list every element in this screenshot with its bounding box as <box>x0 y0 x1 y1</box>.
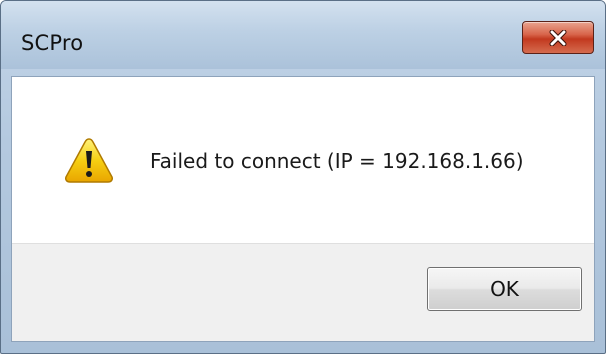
dialog-client-area: Failed to connect (IP = 192.168.1.66) OK <box>11 76 595 342</box>
close-x-icon <box>549 29 567 46</box>
dialog-window: SCPro Failed to connect (IP = 192.168.1.… <box>0 0 606 354</box>
button-bar: OK <box>12 243 594 341</box>
dialog-message: Failed to connect (IP = 192.168.1.66) <box>150 149 524 173</box>
message-area: Failed to connect (IP = 192.168.1.66) <box>12 77 594 243</box>
close-button[interactable] <box>522 21 594 54</box>
warning-icon <box>64 137 114 183</box>
ok-button[interactable]: OK <box>427 267 582 311</box>
window-title: SCPro <box>21 31 84 55</box>
title-bar[interactable]: SCPro <box>1 1 605 69</box>
